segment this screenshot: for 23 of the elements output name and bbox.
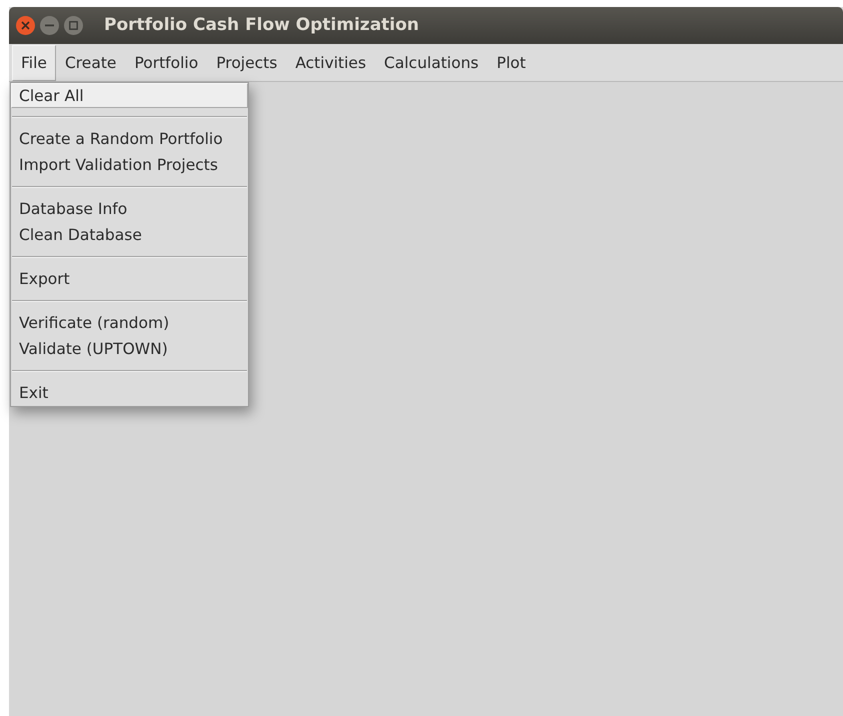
menu-item[interactable]: Portfolio	[125, 44, 208, 80]
window-title: Portfolio Cash Flow Optimization	[104, 14, 420, 37]
menu-item[interactable]: File	[12, 44, 56, 80]
menu-entry[interactable]: Export	[11, 266, 248, 292]
menu-item[interactable]: Create	[56, 44, 126, 80]
close-button[interactable]	[16, 16, 35, 35]
menu-entry[interactable]: Create a Random Portfolio	[11, 126, 248, 152]
menu-entry[interactable]: Exit	[11, 380, 248, 406]
menu-entry[interactable]: Database Info	[11, 196, 248, 222]
minimize-button[interactable]	[40, 16, 59, 35]
menu-entry[interactable]: Import Validation Projects	[11, 152, 248, 178]
menu-item[interactable]: Plot	[488, 44, 535, 80]
close-icon	[21, 21, 30, 30]
minimize-icon	[45, 24, 54, 27]
menu-entry[interactable]: Verificate (random)	[11, 310, 248, 336]
menu-entry[interactable]: Clear All	[11, 83, 248, 108]
menu-item[interactable]: Calculations	[375, 44, 488, 80]
maximize-icon	[69, 21, 78, 30]
menu-entry[interactable]: Validate (UPTOWN)	[11, 336, 248, 362]
maximize-button[interactable]	[64, 16, 83, 35]
menu-item[interactable]: Projects	[207, 44, 286, 80]
menu-entry[interactable]: Clean Database	[11, 222, 248, 248]
menu-item[interactable]: Activities	[286, 44, 376, 80]
